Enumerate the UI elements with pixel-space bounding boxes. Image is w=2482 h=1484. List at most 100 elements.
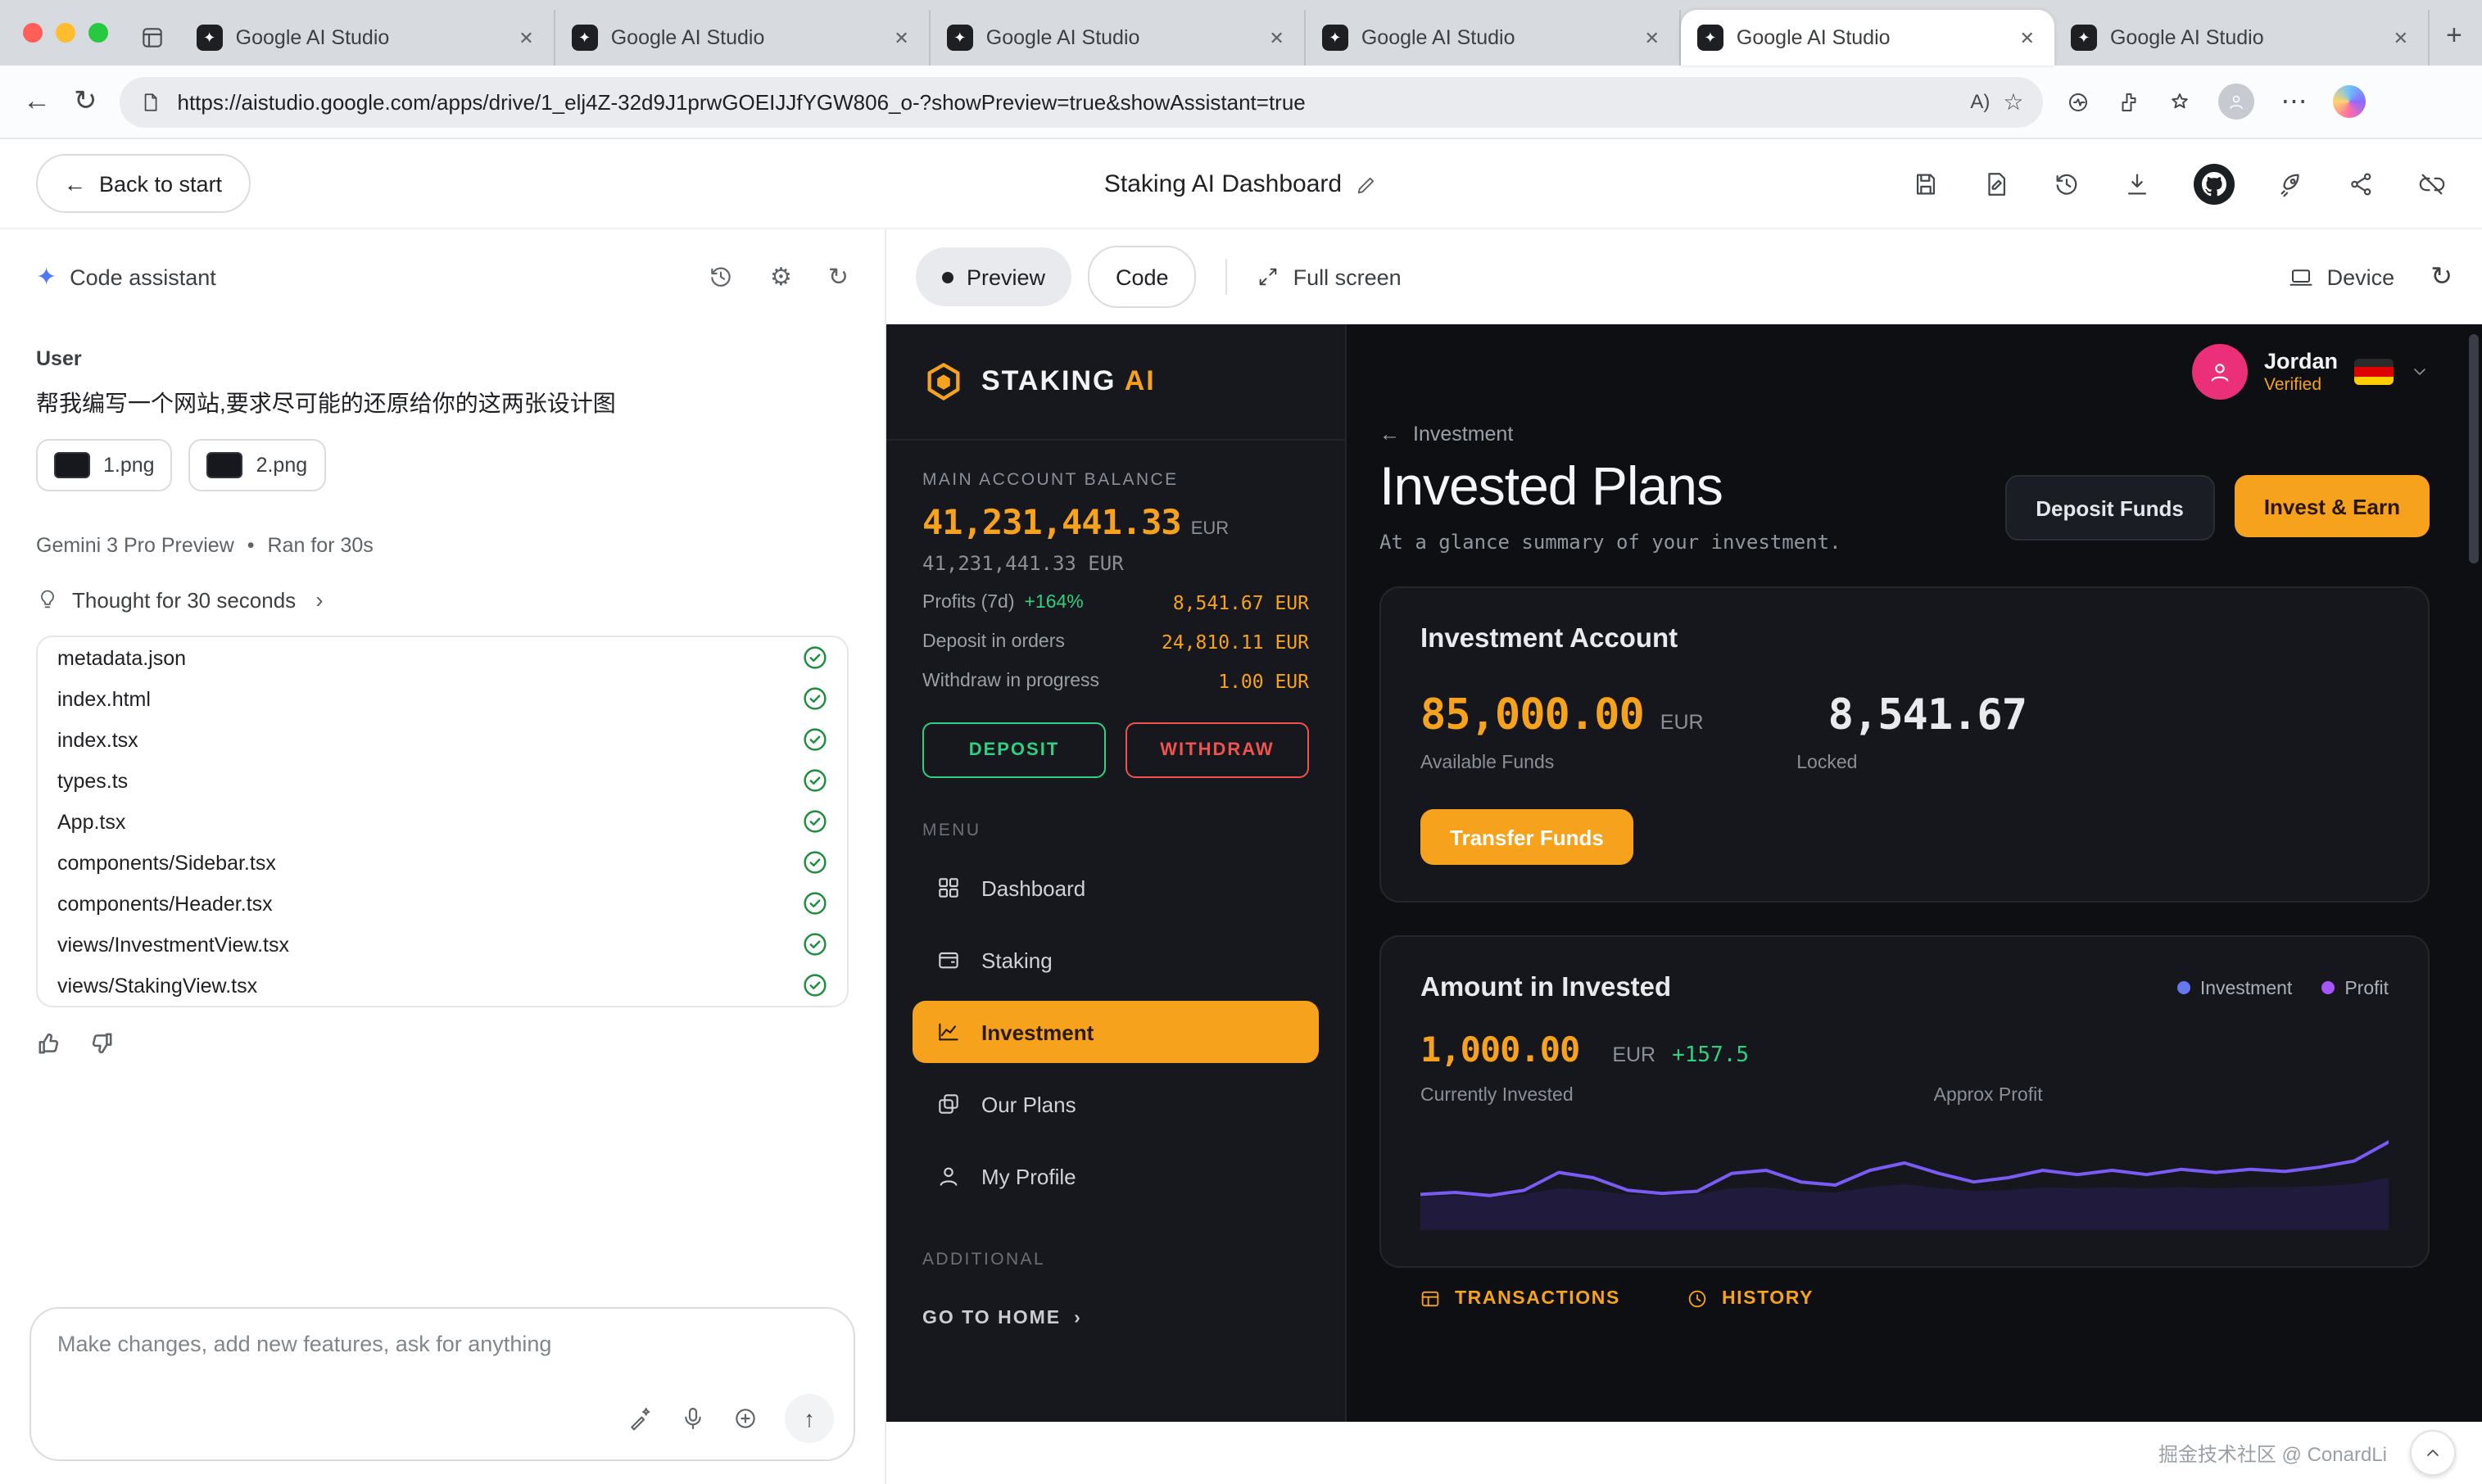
file-row[interactable]: metadata.json — [38, 638, 847, 679]
full-screen-button[interactable]: Full screen — [1257, 265, 1402, 289]
tab-preview[interactable]: Preview — [916, 247, 1071, 306]
go-home-link[interactable]: GO TO HOME › — [886, 1286, 1345, 1351]
file-row[interactable]: index.html — [38, 679, 847, 720]
withdraw-button[interactable]: WITHDRAW — [1126, 722, 1309, 778]
tab-close-icon[interactable]: ✕ — [890, 24, 912, 52]
thumbs-up-icon[interactable] — [36, 1031, 62, 1057]
favorites-bar-icon[interactable] — [2168, 89, 2193, 114]
bottom-strip: 掘金技术社区 @ ConardLi — [886, 1422, 2482, 1484]
browser-tab[interactable]: ✦ Google AI Studio ✕ — [555, 10, 931, 66]
menu-item-staking[interactable]: Staking — [913, 929, 1319, 991]
menu-item-dashboard[interactable]: Dashboard — [913, 857, 1319, 919]
read-aloud-icon[interactable]: A) — [1970, 90, 1990, 113]
window-controls — [0, 0, 131, 66]
tab-close-icon[interactable]: ✕ — [1641, 24, 1662, 52]
attachment-chip[interactable]: 2.png — [189, 440, 326, 492]
reset-icon[interactable]: ↻ — [828, 262, 849, 292]
thought-row[interactable]: Thought for 30 seconds › — [36, 587, 849, 613]
file-row[interactable]: views/StakingView.tsx — [38, 966, 847, 1007]
tab-close-icon[interactable]: ✕ — [515, 24, 537, 52]
file-row[interactable]: components/Sidebar.tsx — [38, 843, 847, 884]
transactions-tab[interactable]: TRANSACTIONS — [1419, 1287, 1620, 1310]
scroll-top-button[interactable] — [2410, 1430, 2456, 1476]
maximize-window-button[interactable] — [88, 23, 108, 43]
back-icon[interactable]: ← — [23, 85, 51, 118]
tab-search-icon[interactable] — [138, 23, 167, 52]
browser-tab[interactable]: ✦ Google AI Studio ✕ — [180, 10, 555, 66]
mic-icon[interactable] — [680, 1405, 706, 1432]
refresh-icon[interactable]: ↻ — [74, 85, 97, 118]
back-to-start-button[interactable]: ← Back to start — [36, 154, 250, 213]
menu-item-investment[interactable]: Investment — [913, 1001, 1319, 1063]
file-row[interactable]: components/Header.tsx — [38, 884, 847, 925]
wallet-icon — [935, 947, 962, 973]
browser-tab[interactable]: ✦ Google AI Studio ✕ — [1306, 10, 1681, 66]
file-name: views/InvestmentView.tsx — [57, 934, 289, 957]
thought-label: Thought for 30 seconds — [72, 588, 296, 613]
new-tab-button[interactable]: + — [2430, 20, 2482, 66]
url-field[interactable]: A) ☆ — [120, 76, 2044, 127]
attachment-chip[interactable]: 1.png — [36, 440, 173, 492]
browser-essentials-icon[interactable] — [2067, 89, 2091, 114]
amount-invested-card: Amount in Invested Investment Profit 1,0… — [1379, 935, 2430, 1268]
edit-app-icon[interactable] — [1982, 170, 2010, 197]
divider — [1226, 259, 1228, 295]
file-row[interactable]: types.ts — [38, 761, 847, 802]
copilot-icon[interactable] — [2334, 85, 2367, 118]
favorite-star-icon[interactable]: ☆ — [2003, 88, 2023, 115]
invested-currency: EUR — [1612, 1043, 1655, 1066]
thumbs-down-icon[interactable] — [88, 1031, 115, 1057]
user-chip[interactable]: Jordan Verified — [1379, 324, 2430, 419]
save-icon[interactable] — [1912, 170, 1940, 197]
file-row[interactable]: App.tsx — [38, 802, 847, 843]
browser-tab[interactable]: ✦ Google AI Studio ✕ — [931, 10, 1306, 66]
tab-code[interactable]: Code — [1088, 246, 1197, 308]
url-input[interactable] — [174, 88, 1958, 115]
chat-history-icon[interactable] — [708, 262, 734, 292]
tab-close-icon[interactable]: ✕ — [2390, 24, 2412, 52]
deposit-funds-button[interactable]: Deposit Funds — [2004, 475, 2215, 541]
deploy-rocket-icon[interactable] — [2277, 170, 2305, 197]
file-row[interactable]: views/InvestmentView.tsx — [38, 925, 847, 966]
preview-scrollbar[interactable] — [2469, 334, 2479, 563]
back-label: Back to start — [99, 171, 222, 196]
browser-tab-active[interactable]: ✦ Google AI Studio ✕ — [1681, 10, 2054, 66]
transfer-funds-button[interactable]: Transfer Funds — [1420, 809, 1633, 865]
invest-earn-button[interactable]: Invest & Earn — [2235, 475, 2430, 537]
preview-workbench: Preview Code Full screen — [886, 229, 2482, 1484]
rename-pencil-icon[interactable] — [1355, 173, 1378, 196]
send-button[interactable]: ↑ — [785, 1394, 834, 1443]
settings-gear-icon[interactable]: ⚙ — [770, 262, 792, 292]
wand-icon[interactable] — [627, 1405, 654, 1432]
feedback-row — [36, 1031, 849, 1057]
extensions-icon[interactable] — [2117, 89, 2142, 114]
menu-label: MENU — [886, 778, 1345, 857]
close-window-button[interactable] — [23, 23, 43, 43]
menu-item-our-plans[interactable]: Our Plans — [913, 1073, 1319, 1135]
breadcrumb[interactable]: ← Investment — [1379, 423, 1841, 446]
unlink-icon[interactable] — [2418, 170, 2446, 197]
tab-close-icon[interactable]: ✕ — [1266, 24, 1287, 52]
tab-close-icon[interactable]: ✕ — [2017, 24, 2038, 52]
prompt-input[interactable] — [31, 1309, 854, 1394]
chevron-down-icon[interactable] — [2410, 362, 2430, 382]
share-icon[interactable] — [2348, 170, 2376, 197]
history-icon[interactable] — [2053, 170, 2081, 197]
prompt-composer[interactable]: ↑ — [29, 1307, 855, 1461]
history-tab[interactable]: HISTORY — [1686, 1287, 1814, 1310]
site-info-icon[interactable] — [140, 91, 161, 112]
stat-row: Deposit in orders 24,810.11 EUR — [922, 631, 1309, 654]
add-icon[interactable] — [732, 1405, 759, 1432]
minimize-window-button[interactable] — [56, 23, 75, 43]
menu-item-my-profile[interactable]: My Profile — [913, 1145, 1319, 1207]
file-row[interactable]: index.tsx — [38, 720, 847, 761]
aistudio-favicon-icon: ✦ — [947, 25, 973, 51]
profile-avatar[interactable] — [2219, 84, 2255, 120]
device-button[interactable]: Device — [2290, 265, 2395, 289]
browser-tab[interactable]: ✦ Google AI Studio ✕ — [2054, 10, 2430, 66]
more-menu-icon[interactable]: ⋯ — [2281, 85, 2308, 118]
deposit-button[interactable]: DEPOSIT — [922, 722, 1106, 778]
reload-preview-icon[interactable]: ↻ — [2430, 260, 2453, 293]
github-icon[interactable] — [2194, 163, 2235, 204]
download-icon[interactable] — [2123, 170, 2151, 197]
